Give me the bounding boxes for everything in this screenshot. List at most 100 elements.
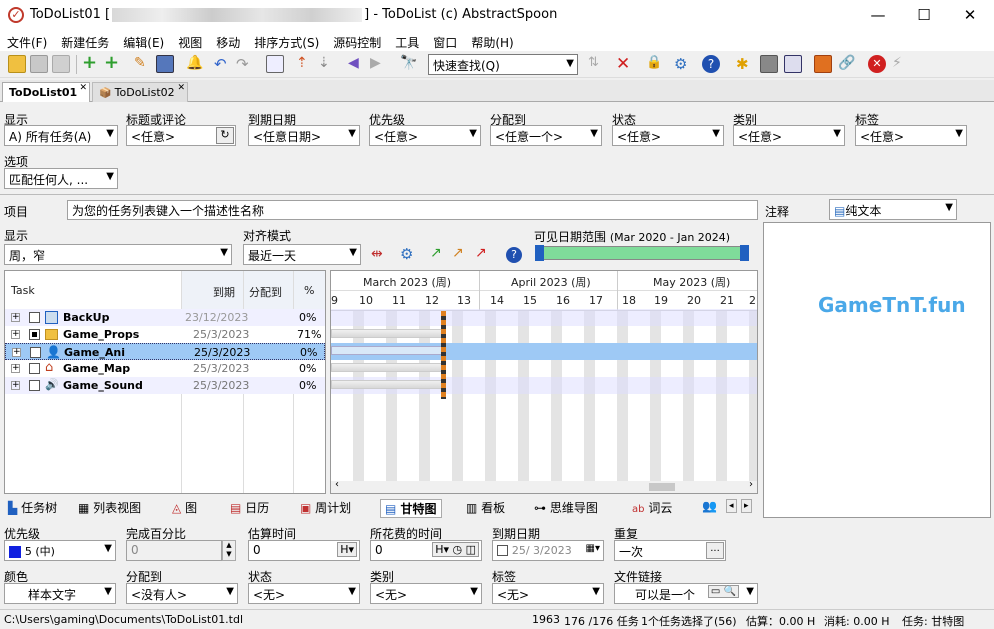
assigned-combo[interactable]: <没有人> ▼ bbox=[126, 583, 238, 604]
arrow-right-icon[interactable]: ▶ bbox=[370, 55, 388, 73]
spent-input[interactable]: 0 H▾ ◷ ◫ bbox=[370, 540, 482, 561]
properties-icon[interactable] bbox=[156, 55, 174, 73]
delete-icon[interactable]: ✕ bbox=[616, 55, 634, 73]
expand-icon[interactable]: + bbox=[11, 330, 20, 339]
percent-input[interactable]: 0 bbox=[126, 540, 222, 561]
gantt-help-icon[interactable]: ? bbox=[506, 247, 522, 263]
filter-due-combo[interactable]: <任意日期> ▼ bbox=[248, 125, 360, 146]
task-row-game-sound[interactable]: + 🔊 Game_Sound 25/3/2023 0% bbox=[5, 377, 325, 394]
maximize-button[interactable]: ☐ bbox=[901, 0, 947, 31]
col-task-header[interactable]: Task bbox=[11, 284, 35, 297]
link-icon[interactable]: 🔗 bbox=[838, 55, 856, 73]
slider-handle-right[interactable] bbox=[740, 245, 749, 261]
tab-scroll-left[interactable]: ◂ bbox=[726, 499, 737, 513]
save-all-icon[interactable] bbox=[52, 55, 70, 73]
gantt-bar[interactable] bbox=[331, 380, 445, 389]
menu-source-control[interactable]: 源码控制 bbox=[326, 31, 388, 51]
people-icon[interactable]: 👥 bbox=[702, 499, 717, 513]
col-percent-header[interactable]: % bbox=[304, 284, 314, 297]
filter-show-combo[interactable]: A) 所有任务(A) ▼ bbox=[4, 125, 118, 146]
sort-icon[interactable]: ⇅ bbox=[588, 55, 606, 73]
priority-combo[interactable]: 5 (中) ▼ bbox=[4, 540, 116, 561]
gantt-bar[interactable] bbox=[331, 363, 445, 372]
col-due-header[interactable]: 到期 bbox=[213, 284, 235, 300]
tab-task-tree[interactable]: ▙ 任务树 bbox=[8, 499, 57, 516]
task-checkbox[interactable] bbox=[29, 380, 40, 391]
refresh-icon[interactable]: ↻ bbox=[216, 127, 234, 144]
add-dependency-icon[interactable]: ↗ bbox=[430, 245, 442, 261]
tab-mindmap[interactable]: ⊶ 思维导图 bbox=[534, 499, 598, 516]
new-subtask-icon[interactable]: + bbox=[104, 54, 122, 73]
stop-icon[interactable]: ✕ bbox=[868, 55, 886, 73]
tab-list-view[interactable]: ▦ 列表视图 bbox=[78, 499, 141, 516]
help-icon[interactable]: ? bbox=[702, 55, 720, 73]
menu-edit[interactable]: 编辑(E) bbox=[116, 31, 171, 51]
menu-help[interactable]: 帮助(H) bbox=[464, 31, 520, 51]
filter-options-combo[interactable]: 匹配任何人, ... ▼ bbox=[4, 168, 118, 189]
task-row-game-props[interactable]: + Game_Props 25/3/2023 71% bbox=[5, 326, 325, 343]
menu-sort[interactable]: 排序方式(S) bbox=[247, 31, 326, 51]
percent-spinner[interactable]: ▲ ▼ bbox=[222, 540, 236, 561]
date-range-slider[interactable] bbox=[535, 245, 749, 261]
slider-handle-left[interactable] bbox=[535, 245, 544, 261]
new-task-icon[interactable]: + bbox=[82, 54, 100, 73]
file-link-combo[interactable]: 可以是一个 ▭ 🔍 ▼ bbox=[614, 583, 758, 604]
gantt-settings-icon[interactable]: ⚙ bbox=[400, 245, 413, 263]
filter-assigned-combo[interactable]: <任意一个> ▼ bbox=[490, 125, 602, 146]
lightning-icon[interactable]: ⚡ bbox=[892, 55, 910, 73]
tab-chart[interactable]: ◬ 图 bbox=[172, 499, 197, 516]
menu-view[interactable]: 视图 bbox=[171, 31, 209, 51]
filter-status-combo[interactable]: <任意> ▼ bbox=[612, 125, 724, 146]
snap-combo[interactable]: 最近一天 ▼ bbox=[243, 244, 361, 265]
preferences-icon[interactable]: ✱ bbox=[736, 55, 754, 73]
delete-dependency-icon[interactable]: ↗ bbox=[475, 245, 487, 261]
tab-gantt[interactable]: ▤ 甘特图 bbox=[380, 499, 442, 518]
color-picker[interactable]: 样本文字 ▼ bbox=[4, 583, 116, 604]
find-binoculars-icon[interactable]: 🔭 bbox=[400, 55, 418, 73]
screenshot-icon[interactable] bbox=[266, 55, 284, 73]
reminder-bell-icon[interactable]: 🔔 bbox=[186, 55, 204, 73]
tab-scroll-right[interactable]: ▸ bbox=[741, 499, 752, 513]
recurrence-input[interactable]: 一次... bbox=[614, 540, 726, 561]
move-down-icon[interactable]: ⇣ bbox=[318, 55, 336, 73]
tab-todolist02[interactable]: 📦 ToDoList02 ✕ bbox=[92, 82, 188, 102]
filter-priority-combo[interactable]: <任意> ▼ bbox=[369, 125, 481, 146]
settings-gear-icon[interactable]: ⚙ bbox=[674, 55, 692, 73]
tab-word-cloud[interactable]: ab 词云 bbox=[632, 499, 672, 516]
print-icon[interactable] bbox=[760, 55, 778, 73]
status-combo[interactable]: <无> ▼ bbox=[248, 583, 360, 604]
notes-editor[interactable]: GameTnT.fun bbox=[763, 222, 991, 518]
task-checkbox[interactable] bbox=[30, 347, 41, 358]
menu-move[interactable]: 移动 bbox=[209, 31, 247, 51]
arrow-left-icon[interactable]: ◀ bbox=[348, 55, 366, 73]
menu-window[interactable]: 窗口 bbox=[426, 31, 464, 51]
category-combo[interactable]: <无> ▼ bbox=[370, 583, 482, 604]
expand-icon[interactable]: + bbox=[11, 381, 20, 390]
col-assigned-header[interactable]: 分配到 bbox=[249, 284, 282, 300]
task-row-game-ani[interactable]: + 👤 Game_Ani 25/3/2023 0% bbox=[5, 343, 325, 360]
tags-combo[interactable]: <无> ▼ bbox=[492, 583, 604, 604]
move-up-icon[interactable]: ⇡ bbox=[296, 55, 314, 73]
notes-format-combo[interactable]: ▤纯文本 ▼ bbox=[829, 199, 957, 220]
project-name-input[interactable]: 为您的任务列表键入一个描述性名称 bbox=[67, 200, 758, 220]
task-row-game-map[interactable]: + ⌂ Game_Map 25/3/2023 0% bbox=[5, 360, 325, 377]
task-checkbox[interactable] bbox=[29, 312, 40, 323]
open-folder-icon[interactable] bbox=[8, 55, 26, 73]
menu-tools[interactable]: 工具 bbox=[388, 31, 426, 51]
tab-kanban[interactable]: ▥ 看板 bbox=[466, 499, 505, 516]
task-checkbox[interactable] bbox=[29, 363, 40, 374]
tab-todolist01[interactable]: ToDoList01 ✕ bbox=[2, 82, 90, 102]
minimize-button[interactable]: — bbox=[855, 0, 901, 31]
close-button[interactable]: ✕ bbox=[947, 0, 993, 31]
tab-calendar[interactable]: ▤ 日历 bbox=[230, 499, 269, 516]
edit-dependency-icon[interactable]: ↗ bbox=[452, 245, 464, 261]
expand-icon[interactable]: + bbox=[11, 313, 20, 322]
menu-file[interactable]: 文件(F) bbox=[0, 31, 54, 51]
split-icon[interactable]: ⇹ bbox=[371, 246, 383, 262]
task-checkbox[interactable] bbox=[29, 329, 40, 340]
tab-week-planner[interactable]: ▣ 周计划 bbox=[300, 499, 351, 516]
filter-category-combo[interactable]: <任意> ▼ bbox=[733, 125, 845, 146]
estimate-input[interactable]: 0 H▾ bbox=[248, 540, 360, 561]
lock-icon[interactable]: 🔒 bbox=[646, 55, 664, 73]
redo-icon[interactable]: ↷ bbox=[236, 55, 254, 73]
